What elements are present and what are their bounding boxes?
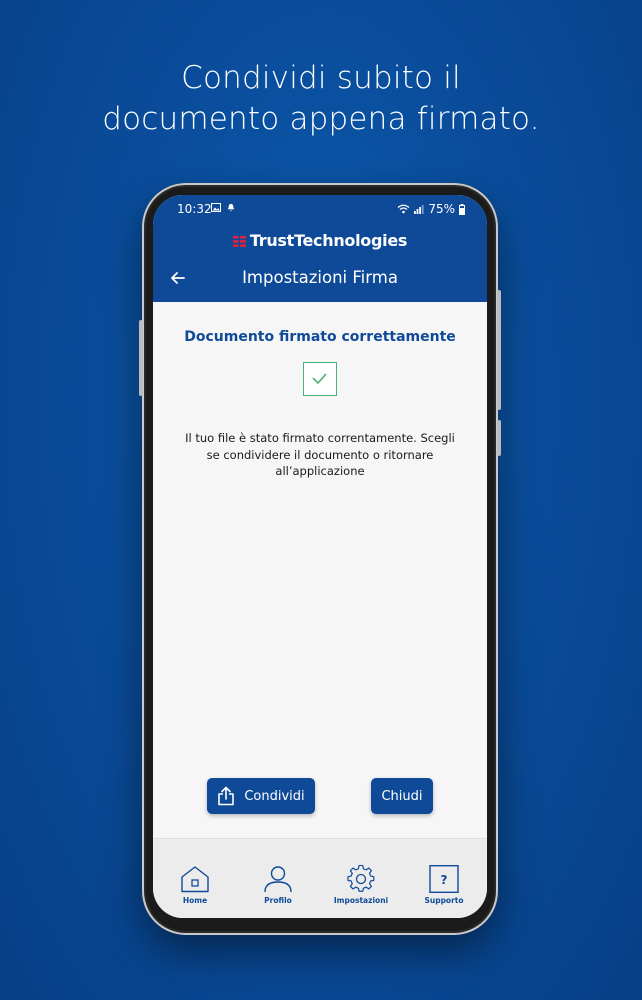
brand-name: TrustTechnologies (249, 231, 408, 250)
svg-text:?: ? (441, 873, 448, 887)
help-icon: ? (429, 865, 459, 893)
bottom-tab-bar: Home Profilo Impostazioni ? Supporto (153, 838, 487, 918)
tab-label: Supporto (424, 896, 464, 905)
tab-label: Impostazioni (333, 896, 389, 905)
success-check (303, 362, 337, 396)
share-icon (218, 786, 235, 806)
notification-icon (227, 203, 235, 212)
status-time: 10:32 (177, 202, 212, 216)
phone-power-button (497, 420, 501, 456)
headline-line-2: documento appena firmato. (102, 101, 540, 137)
gear-icon (347, 865, 375, 892)
share-button[interactable]: Condividi (207, 778, 315, 814)
close-label: Chiudi (381, 788, 423, 804)
tab-support[interactable]: ? Supporto (409, 865, 479, 905)
gallery-notification-icon (211, 203, 221, 212)
status-right: 75% (397, 202, 465, 216)
tab-profile[interactable]: Profilo (243, 865, 313, 905)
home-icon (181, 866, 209, 893)
tab-home[interactable]: Home (160, 865, 230, 905)
nav-bar: Impostazioni Firma (153, 263, 487, 293)
wifi-icon (397, 204, 410, 214)
battery-percent: 75% (428, 202, 455, 216)
promo-headline: Condividi subito il documento appena fir… (0, 58, 642, 140)
tab-label: Home (182, 896, 208, 905)
tab-label: Profilo (264, 896, 292, 905)
headline-line-1: Condividi subito il (181, 60, 461, 96)
app-header: 10:32 75% TrustTechnologies Impostazioni… (153, 195, 487, 302)
success-title: Documento firmato correttamente (184, 329, 456, 345)
share-label: Condividi (244, 788, 305, 804)
phone-side-button (139, 320, 143, 396)
status-bar: 10:32 75% (153, 195, 487, 223)
signature-result: Documento firmato correttamente Il tuo f… (153, 302, 487, 838)
brand-logo: TrustTechnologies (153, 231, 487, 250)
brand-mark-icon (232, 236, 246, 247)
battery-icon (459, 203, 465, 215)
close-button[interactable]: Chiudi (371, 778, 433, 814)
screen-title: Impostazioni Firma (242, 268, 398, 287)
tab-settings[interactable]: Impostazioni (326, 865, 396, 905)
phone-screen: 10:32 75% TrustTechnologies Impostazioni… (153, 195, 487, 918)
result-message: Il tuo file è stato firmato correntament… (185, 431, 455, 478)
profile-icon (264, 866, 292, 893)
checkmark-icon (312, 373, 327, 384)
phone-volume-button (497, 290, 501, 410)
signal-icon (414, 205, 424, 214)
